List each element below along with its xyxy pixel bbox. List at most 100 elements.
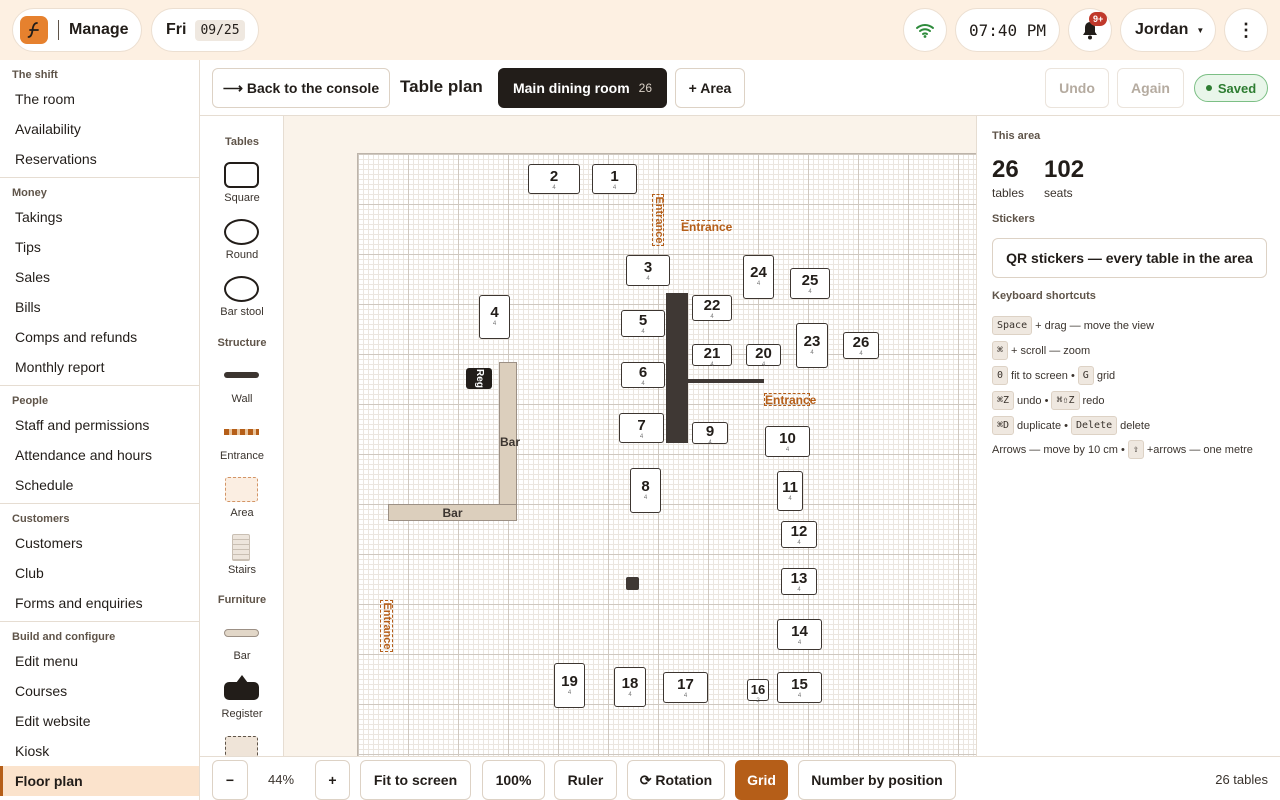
- bar-stool-label: Bar stool: [220, 306, 264, 318]
- app-menu[interactable]: Manage: [12, 8, 142, 52]
- square-table-icon: [224, 162, 259, 188]
- wall[interactable]: [688, 379, 764, 383]
- table-seats: 4: [859, 351, 863, 357]
- sidebar-item-monthly-report[interactable]: Monthly report: [0, 352, 199, 382]
- table[interactable]: 15 4: [777, 672, 822, 703]
- table[interactable]: 14: [592, 164, 637, 194]
- sidebar-item-edit-menu[interactable]: Edit menu: [0, 646, 199, 676]
- sidebar-item-club[interactable]: Club: [0, 558, 199, 588]
- entrance-marker[interactable]: Entrance: [764, 393, 816, 407]
- room-selector[interactable]: Main dining room 26: [498, 68, 667, 108]
- table[interactable]: 10 4: [765, 426, 810, 457]
- table[interactable]: 74: [619, 413, 664, 443]
- table[interactable]: 25 4: [790, 268, 830, 299]
- pillar[interactable]: [626, 577, 639, 590]
- number-by-position-button[interactable]: Number by position: [798, 760, 956, 800]
- bar-counter[interactable]: Bar: [388, 504, 517, 521]
- tables-count-label: tables: [992, 186, 1025, 200]
- stairs-label: Stairs: [227, 564, 257, 576]
- floor-plan-canvas[interactable]: Bar Bar Reg Entrance Entrance Entrance E…: [284, 116, 976, 756]
- sidebar-item-staff[interactable]: Staff and permissions: [0, 410, 199, 440]
- zoom-out-button[interactable]: −: [212, 760, 248, 800]
- table[interactable]: 16 2: [747, 679, 769, 704]
- table[interactable]: 26 4: [843, 332, 879, 359]
- table[interactable]: 14 4: [777, 619, 822, 650]
- rotation-button[interactable]: ⟳ Rotation: [627, 760, 725, 800]
- table[interactable]: 12 4: [781, 521, 817, 548]
- table[interactable]: 22 4: [692, 295, 732, 321]
- sidebar-item-kiosk[interactable]: Kiosk: [0, 736, 199, 766]
- table-number: 14: [791, 623, 808, 640]
- sidebar-section-customers: Customers: [12, 513, 70, 525]
- sidebar-item-tips[interactable]: Tips: [0, 232, 199, 262]
- table[interactable]: 19 4: [554, 663, 585, 708]
- table[interactable]: 24: [528, 164, 580, 194]
- table-number: 21: [703, 345, 721, 362]
- bar-counter[interactable]: Bar: [499, 362, 520, 521]
- sidebar-item-courses[interactable]: Courses: [0, 676, 199, 706]
- wifi-button[interactable]: [903, 8, 947, 52]
- table-seats: 4: [492, 321, 497, 327]
- sidebar-item-sales[interactable]: Sales: [0, 262, 199, 292]
- ruler-button[interactable]: Ruler: [554, 760, 617, 800]
- sidebar-item-takings[interactable]: Takings: [0, 202, 199, 232]
- bar-tool-label: Bar: [233, 650, 251, 662]
- zoom-in-button[interactable]: +: [315, 760, 350, 800]
- register[interactable]: Reg: [466, 368, 492, 389]
- shortcut-row: ⌘Z undo • ⌘⇧Z redo: [992, 391, 1105, 410]
- table[interactable]: 20 4: [746, 344, 781, 368]
- floor-grid[interactable]: [357, 153, 976, 756]
- entrance-marker[interactable]: Entrance: [681, 220, 732, 234]
- entrance-icon: [224, 429, 259, 435]
- table[interactable]: 34: [626, 255, 670, 286]
- status-dot-icon: [1205, 85, 1212, 91]
- more-tool-preview[interactable]: [225, 736, 258, 756]
- entrance-marker[interactable]: Entrance: [380, 600, 393, 652]
- table[interactable]: 24 4: [743, 255, 774, 299]
- user-menu[interactable]: Jordan ▼: [1120, 8, 1216, 52]
- wall[interactable]: [666, 293, 688, 443]
- table[interactable]: 17 4: [663, 672, 708, 703]
- table-number: 17: [677, 676, 694, 693]
- sidebar-item-forms[interactable]: Forms and enquiries: [0, 588, 199, 618]
- date-pill[interactable]: Fri 09/25: [151, 8, 259, 52]
- back-to-console-button[interactable]: ⟶ Back to the console: [212, 68, 390, 108]
- notifications-button[interactable]: 9+: [1068, 8, 1112, 52]
- sidebar-item-bills[interactable]: Bills: [0, 292, 199, 322]
- undo-button[interactable]: Undo: [1045, 68, 1109, 108]
- table-number: 15: [791, 676, 808, 693]
- sidebar-item-attendance[interactable]: Attendance and hours: [0, 440, 199, 470]
- add-area-button[interactable]: + Area: [675, 68, 745, 108]
- table[interactable]: 13 4: [781, 568, 817, 595]
- qr-stickers-button[interactable]: QR stickers — every table in the area: [992, 238, 1267, 278]
- sidebar-item-availability[interactable]: Availability: [0, 114, 199, 144]
- entrance-marker[interactable]: Entrance: [652, 194, 665, 246]
- sidebar-item-customers[interactable]: Customers: [0, 528, 199, 558]
- table[interactable]: 18 4: [614, 667, 646, 707]
- table[interactable]: 11 4: [777, 471, 803, 511]
- table[interactable]: 21 4: [692, 344, 732, 368]
- table[interactable]: 64: [621, 362, 665, 388]
- table[interactable]: 44: [479, 295, 510, 339]
- again-button[interactable]: Again: [1117, 68, 1184, 108]
- table-seats: 4: [785, 447, 790, 453]
- table-seats: 4: [756, 281, 761, 287]
- more-button[interactable]: ⋮: [1224, 8, 1268, 52]
- sidebar-item-schedule[interactable]: Schedule: [0, 470, 199, 500]
- table-seats: 4: [646, 276, 650, 282]
- sidebar-item-edit-website[interactable]: Edit website: [0, 706, 199, 736]
- sidebar-section-build: Build and configure: [12, 631, 116, 643]
- table[interactable]: 84: [630, 468, 661, 513]
- table[interactable]: 23 4: [796, 323, 828, 368]
- sidebar-item-reservations[interactable]: Reservations: [0, 144, 199, 174]
- table[interactable]: 54: [621, 310, 665, 337]
- sidebar-item-the-room[interactable]: The room: [0, 84, 199, 114]
- sidebar-item-comps[interactable]: Comps and refunds: [0, 322, 199, 352]
- table[interactable]: 94: [692, 422, 728, 446]
- grid-toggle-button[interactable]: Grid: [735, 760, 788, 800]
- table-number: 12: [790, 523, 808, 540]
- table-seats: 4: [612, 185, 617, 191]
- fit-to-screen-button[interactable]: Fit to screen: [360, 760, 471, 800]
- sidebar-item-floor-plan[interactable]: Floor plan: [0, 766, 199, 796]
- zoom-100-button[interactable]: 100%: [482, 760, 545, 800]
